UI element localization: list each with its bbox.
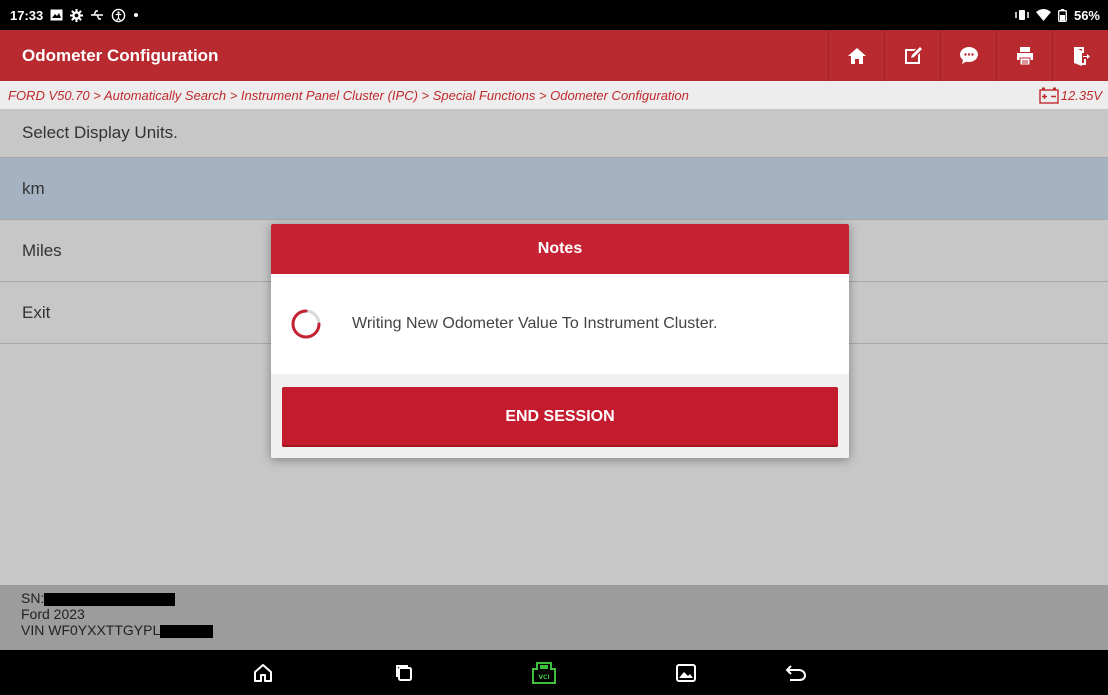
dialog-actions: END SESSION xyxy=(271,374,849,458)
dialog-body: Writing New Odometer Value To Instrument… xyxy=(271,274,849,374)
image-icon xyxy=(676,663,696,682)
nav-back-button[interactable] xyxy=(773,650,819,695)
navigation-bar: VCI xyxy=(0,650,1108,695)
recent-apps-icon xyxy=(396,664,412,681)
nav-home-button[interactable] xyxy=(240,650,286,695)
notes-dialog: Notes Writing New Odometer Value To Inst… xyxy=(271,224,849,458)
back-icon xyxy=(785,664,807,681)
end-session-button[interactable]: END SESSION xyxy=(282,387,838,447)
vci-icon: VCI xyxy=(532,661,556,684)
dialog-message: Writing New Odometer Value To Instrument… xyxy=(352,315,718,332)
home-icon xyxy=(254,663,272,682)
loading-spinner-icon xyxy=(291,309,321,339)
nav-recents-button[interactable] xyxy=(381,650,427,695)
dialog-title: Notes xyxy=(271,224,849,274)
nav-screenshot-button[interactable] xyxy=(663,650,709,695)
nav-vci-button[interactable]: VCI xyxy=(521,650,567,695)
svg-text:VCI: VCI xyxy=(538,674,549,681)
